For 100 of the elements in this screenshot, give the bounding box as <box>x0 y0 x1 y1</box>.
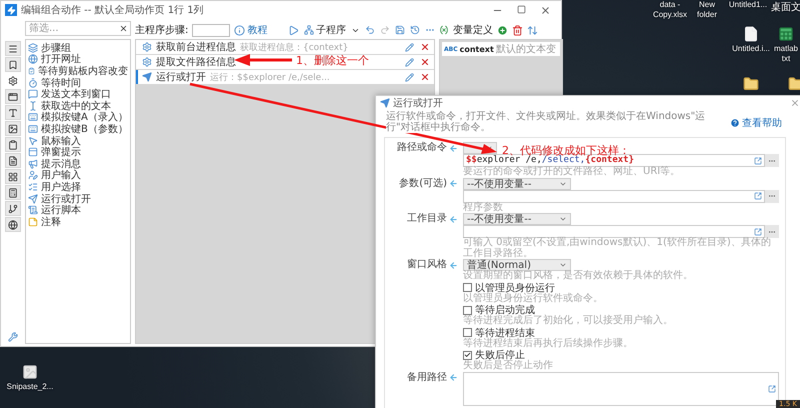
step-name: 获取前台进程信息 <box>156 40 236 54</box>
action-item[interactable]: 用户输入 <box>41 168 81 182</box>
desktop-icon-label[interactable]: Untitled1... <box>728 0 768 10</box>
maximize-icon[interactable] <box>517 4 526 14</box>
action-item[interactable]: 模拟按键A（录入） <box>41 110 128 124</box>
delete-icon[interactable] <box>512 24 523 36</box>
document-icon[interactable] <box>8 156 18 166</box>
field-label: 工作目录 <box>406 213 447 226</box>
delete-icon[interactable] <box>420 72 430 82</box>
close-icon[interactable] <box>540 4 551 16</box>
input-field[interactable] <box>463 225 765 238</box>
edit-icon[interactable] <box>405 58 414 66</box>
browse-button[interactable] <box>765 190 779 202</box>
desktop-icon-label[interactable]: matlab txt <box>772 44 800 64</box>
checkbox[interactable] <box>463 328 472 337</box>
edit-icon[interactable] <box>405 72 414 82</box>
expand-icon[interactable] <box>754 156 762 164</box>
clipboard-icon[interactable] <box>8 140 18 150</box>
desktop-icon-label[interactable]: Snipaste_2... <box>6 382 54 392</box>
desktop-icon-label[interactable]: data - Copy.xlsx <box>650 0 690 20</box>
variable-select[interactable]: --不使用变量-- <box>463 213 571 225</box>
action-item[interactable]: 等待剪贴板内容改变 <box>38 64 128 78</box>
category-tab[interactable] <box>5 121 21 136</box>
menu-icon[interactable] <box>8 44 18 54</box>
history-icon[interactable] <box>410 25 420 35</box>
category-tab[interactable] <box>5 201 21 216</box>
action-item[interactable]: 提示消息 <box>41 156 81 171</box>
folder-icon[interactable] <box>743 76 759 92</box>
desktop-icon-label[interactable]: 桌面文 <box>771 0 800 14</box>
action-item[interactable]: 等待时间 <box>41 76 81 90</box>
grid-icon[interactable] <box>8 172 18 182</box>
timer-icon <box>28 78 38 88</box>
category-tab[interactable] <box>5 185 21 200</box>
settings-icon[interactable] <box>8 76 18 86</box>
category-tab[interactable] <box>5 105 21 120</box>
action-item[interactable]: 弹窗提示 <box>41 145 81 160</box>
action-item[interactable]: 步骤组 <box>41 40 71 55</box>
folder-icon[interactable] <box>788 76 800 92</box>
variable-name: context <box>460 44 494 54</box>
bookmark-icon[interactable] <box>8 60 18 70</box>
expand-icon[interactable] <box>768 384 776 392</box>
network-icon <box>304 25 314 35</box>
category-tab[interactable] <box>5 217 21 232</box>
action-item[interactable]: 鼠标输入 <box>41 134 81 148</box>
steps-field[interactable] <box>192 24 230 36</box>
filter-field[interactable]: 筛选... <box>25 21 131 36</box>
save-icon[interactable] <box>395 25 405 35</box>
action-item[interactable]: 运行或打开 <box>41 192 91 206</box>
window-icon[interactable] <box>8 92 18 102</box>
checkbox-label: 等待启动完成 <box>475 304 535 316</box>
undo-icon[interactable] <box>365 25 375 35</box>
category-tab[interactable] <box>5 153 21 168</box>
spreadsheet-icon[interactable] <box>778 26 794 42</box>
globe-icon[interactable] <box>8 220 18 230</box>
checkbox[interactable] <box>463 350 472 360</box>
category-tab[interactable] <box>5 89 21 104</box>
arrow-icon <box>449 214 458 224</box>
desktop-icon-label[interactable]: Untitled.i... <box>732 44 770 54</box>
tutorial-link[interactable]: 教程 <box>234 23 268 37</box>
action-item[interactable]: 获取选中的文本 <box>41 98 111 113</box>
sort-icon[interactable] <box>527 24 538 36</box>
input-field[interactable] <box>463 190 765 202</box>
edit-icon[interactable] <box>405 42 414 52</box>
desktop-icon-label[interactable]: New folder <box>690 0 724 20</box>
variable-select[interactable]: --不使用变量-- <box>463 178 571 190</box>
checkbox[interactable] <box>463 306 472 314</box>
calculator-icon[interactable] <box>8 188 18 198</box>
category-tab[interactable] <box>5 57 21 72</box>
document-icon[interactable] <box>743 26 759 42</box>
branch-icon[interactable] <box>8 204 18 214</box>
expand-icon[interactable] <box>754 192 762 200</box>
delete-icon[interactable] <box>420 42 430 52</box>
action-item[interactable]: 注释 <box>41 214 61 229</box>
close-icon[interactable] <box>790 98 800 108</box>
expand-icon[interactable] <box>754 228 762 236</box>
backup-path-field[interactable] <box>463 372 779 406</box>
checkbox[interactable] <box>463 283 472 292</box>
clear-icon[interactable] <box>119 24 128 33</box>
play-icon[interactable] <box>288 24 299 36</box>
add-icon[interactable] <box>497 24 508 36</box>
category-tab[interactable] <box>5 169 21 184</box>
help-link[interactable]: 查看帮助 <box>730 116 782 130</box>
wrench-icon[interactable] <box>8 332 18 342</box>
list-icon <box>28 182 38 192</box>
step-row[interactable]: 运行或打开 运行：$$explorer /e,/sele... <box>136 70 434 84</box>
action-item[interactable]: 发送文本到窗口 <box>41 87 111 102</box>
category-tab[interactable] <box>5 137 21 152</box>
option-hint: 等待进程完成后了初始化，可以接受用户输入。 <box>463 316 674 326</box>
action-item[interactable]: 打开网址 <box>41 52 81 66</box>
action-item[interactable]: 用户选择 <box>41 180 81 194</box>
category-tab[interactable] <box>5 41 21 56</box>
action-item[interactable]: 模拟按键B（参数） <box>41 122 128 136</box>
option-hint: 以管理员身份运行软件或命令。 <box>463 294 604 304</box>
action-item[interactable]: 运行脚本 <box>41 203 81 218</box>
subprogram-button[interactable]: 子程序 <box>304 23 346 37</box>
image-icon[interactable] <box>8 124 18 134</box>
window-style-select[interactable]: 普通(Normal) <box>463 259 571 271</box>
delete-icon[interactable] <box>420 57 430 67</box>
letter-icon[interactable] <box>8 108 18 118</box>
step-row[interactable]: 获取前台进程信息 获取进程信息：{context} <box>136 40 434 54</box>
